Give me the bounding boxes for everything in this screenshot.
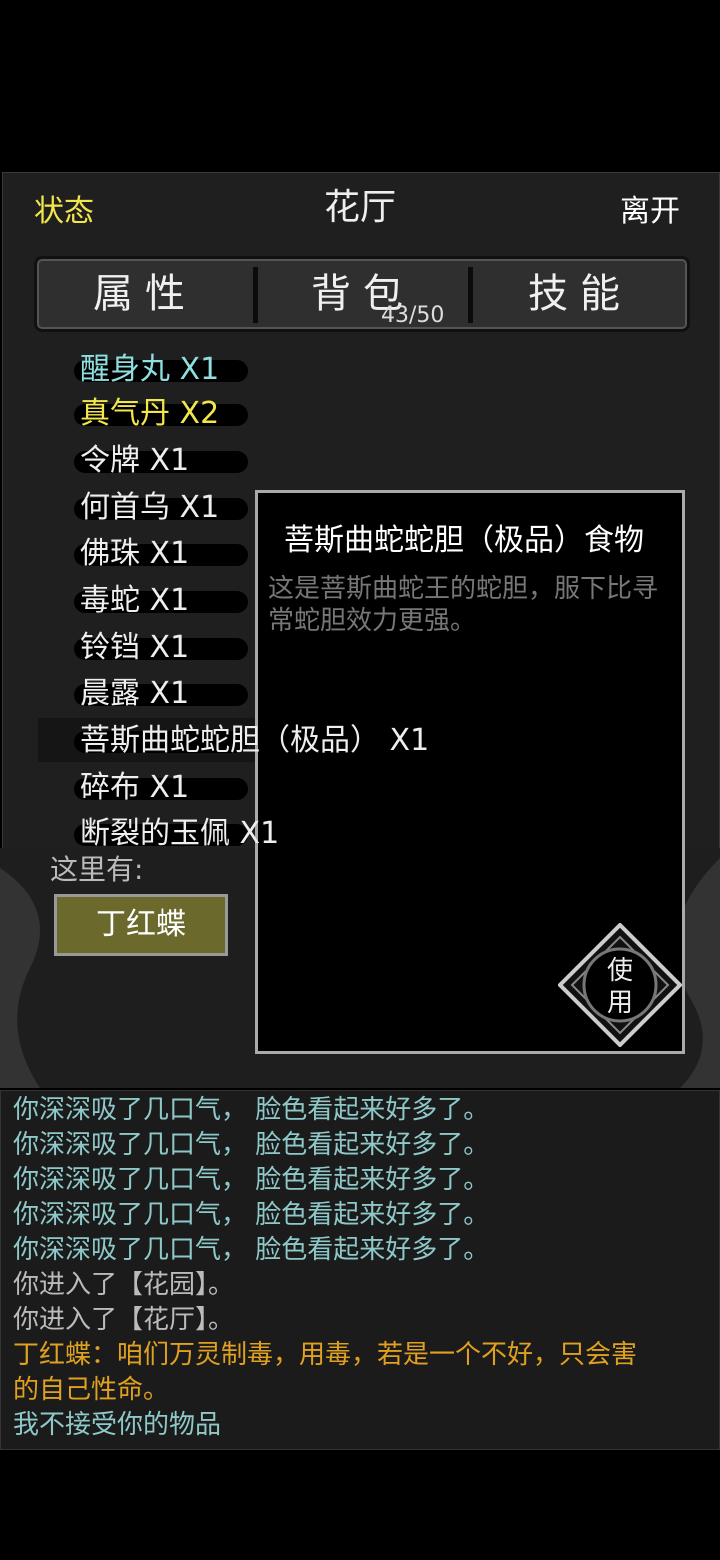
log-line: 你深深吸了几口气， 脸色看起来好多了。 [13, 1095, 490, 1125]
use-button[interactable]: 使 用 [557, 922, 683, 1048]
tab-attributes[interactable]: 属性 [37, 259, 253, 329]
item-detail-description: 这是菩斯曲蛇王的蛇胆，服下比寻常蛇胆效力更强。 [268, 574, 659, 636]
item-label: 断裂的玉佩 X1 [80, 816, 280, 848]
list-item[interactable]: 何首乌 X1 [73, 488, 249, 528]
list-item[interactable]: 醒身丸 X1 [73, 350, 249, 390]
log-line: 你深深吸了几口气， 脸色看起来好多了。 [13, 1165, 490, 1195]
backpack-count: 43/50 [381, 303, 445, 328]
item-label: 何首乌 X1 [80, 490, 220, 525]
item-label: 令牌 X1 [80, 443, 190, 478]
room-title: 花厅 [323, 187, 396, 228]
here-label: 这里有: [50, 853, 144, 886]
item-detail-popup: 菩斯曲蛇蛇胆（极品）食物 这是菩斯曲蛇王的蛇胆，服下比寻常蛇胆效力更强。 使 用 [255, 490, 685, 1054]
log-line: 你深深吸了几口气， 脸色看起来好多了。 [13, 1200, 490, 1230]
tab-bar: 属性 背包 43/50 技能 [34, 256, 690, 332]
tab-skills[interactable]: 技能 [473, 259, 687, 329]
list-item[interactable]: 晨露 X1 [73, 674, 249, 714]
item-detail-title: 菩斯曲蛇蛇胆（极品）食物 [284, 523, 644, 558]
log-line: 我不接受你的物品 [13, 1410, 222, 1440]
log-line: 丁红蝶：咱们万灵制毒，用毒，若是一个不好，只会害 [13, 1340, 638, 1370]
item-label: 碎布 X1 [80, 770, 190, 805]
item-label: 醒身丸 X1 [80, 352, 220, 387]
log-line: 你深深吸了几口气， 脸色看起来好多了。 [13, 1130, 490, 1160]
list-item-selected[interactable]: 菩斯曲蛇蛇胆（极品） X1 [73, 721, 430, 761]
list-item[interactable]: 毒蛇 X1 [73, 581, 249, 621]
log-line: 你进入了【花园】。 [13, 1270, 235, 1300]
log-line: 你深深吸了几口气， 脸色看起来好多了。 [13, 1235, 490, 1265]
item-label: 晨露 X1 [80, 676, 190, 711]
list-item[interactable]: 真气丹 X2 [73, 394, 249, 434]
list-item[interactable]: 碎布 X1 [73, 768, 249, 808]
npc-button[interactable]: 丁红蝶 [54, 894, 228, 956]
npc-name: 丁红蝶 [96, 907, 186, 942]
item-label: 菩斯曲蛇蛇胆（极品） X1 [80, 723, 430, 758]
list-item[interactable]: 令牌 X1 [73, 441, 249, 481]
list-item[interactable]: 铃铛 X1 [73, 628, 249, 668]
item-label: 佛珠 X1 [80, 536, 190, 571]
item-label: 毒蛇 X1 [80, 583, 190, 618]
item-label: 铃铛 X1 [80, 630, 190, 665]
use-label: 用 [606, 988, 633, 1018]
log-line: 的自己性命。 [13, 1375, 170, 1405]
log-line: 你进入了【花厅】。 [13, 1305, 235, 1335]
item-label: 真气丹 X2 [80, 396, 220, 431]
list-item[interactable]: 断裂的玉佩 X1 [73, 814, 280, 848]
list-item[interactable]: 佛珠 X1 [73, 534, 249, 574]
leave-button[interactable]: 离开 [620, 186, 680, 230]
message-log[interactable]: 你深深吸了几口气， 脸色看起来好多了。 你深深吸了几口气， 脸色看起来好多了。 … [0, 1090, 720, 1450]
use-label: 使 [606, 956, 633, 986]
